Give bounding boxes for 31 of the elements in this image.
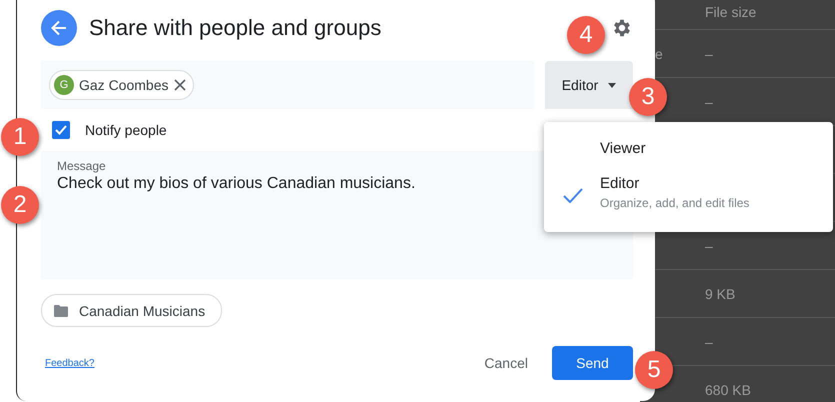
cancel-button[interactable]: Cancel bbox=[460, 346, 552, 380]
recipient-name: Gaz Coombes bbox=[79, 77, 168, 93]
table-cell: – bbox=[705, 238, 713, 254]
arrow-left-icon bbox=[50, 19, 68, 37]
avatar: G bbox=[54, 75, 74, 95]
table-cell: – bbox=[705, 94, 713, 110]
table-cell: – bbox=[705, 334, 713, 350]
message-text: Check out my bios of various Canadian musicians. bbox=[57, 175, 416, 193]
field-label: Message bbox=[57, 159, 106, 173]
table-cell: e bbox=[655, 46, 663, 62]
recipients-field[interactable]: G Gaz Coombes bbox=[41, 61, 534, 109]
table-cell: – bbox=[705, 46, 713, 62]
recipient-chip[interactable]: G Gaz Coombes bbox=[49, 70, 194, 100]
folder-icon bbox=[54, 304, 68, 316]
step-number-badge: 1 bbox=[1, 118, 39, 156]
step-number-badge: 2 bbox=[1, 186, 39, 224]
close-icon[interactable] bbox=[173, 78, 188, 92]
checkbox-label: Notify people bbox=[85, 122, 167, 138]
feedback-link[interactable]: Feedback? bbox=[45, 358, 94, 368]
caret-icon bbox=[608, 82, 616, 88]
role-dropdown[interactable]: Editor bbox=[545, 61, 633, 109]
dialog-title: Share with people and groups bbox=[89, 15, 382, 41]
check-icon bbox=[563, 188, 583, 203]
table-cell: 680 KB bbox=[705, 382, 751, 398]
table-cell: 9 KB bbox=[705, 286, 736, 302]
checkbox[interactable] bbox=[52, 121, 70, 139]
send-button[interactable]: Send bbox=[552, 346, 633, 380]
folder-name: Canadian Musicians bbox=[79, 302, 206, 318]
column-header: File size bbox=[705, 4, 756, 22]
settings-icon[interactable] bbox=[611, 17, 633, 39]
back-button[interactable] bbox=[41, 10, 77, 46]
